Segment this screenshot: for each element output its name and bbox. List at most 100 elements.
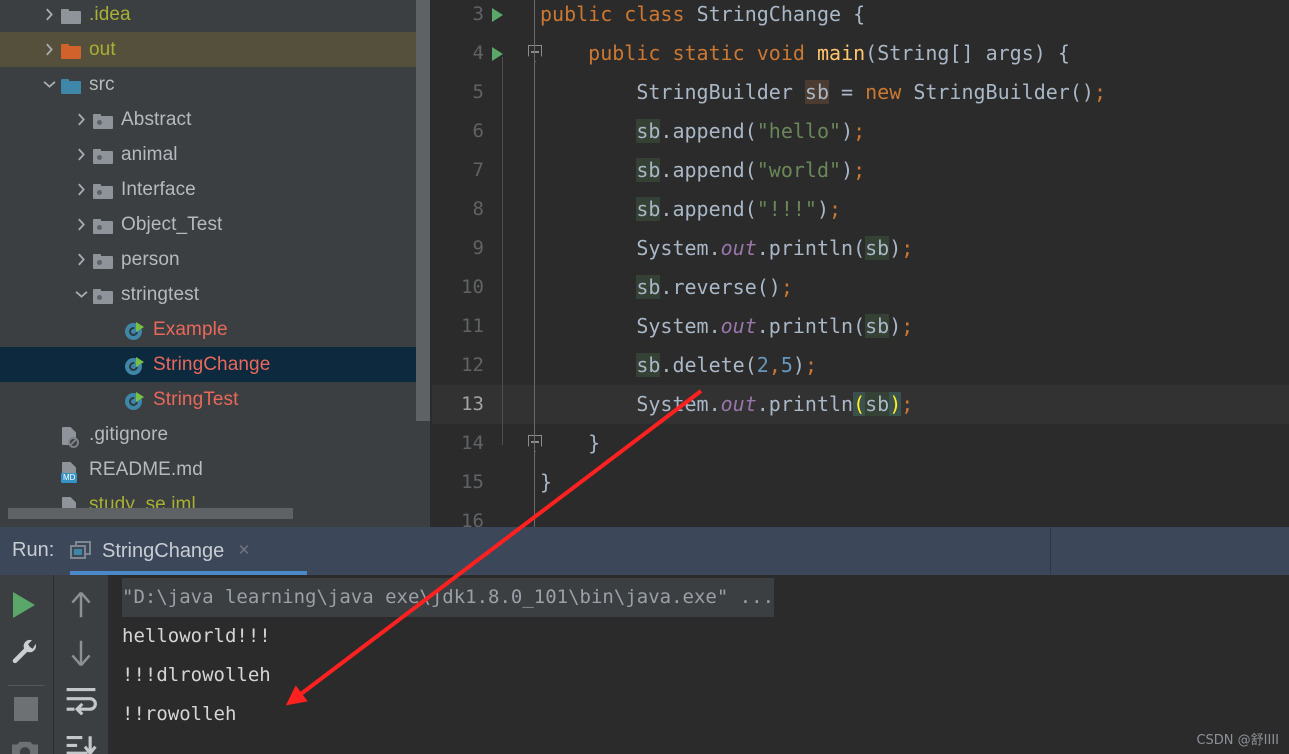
line-number: 7	[472, 159, 484, 181]
chevron-right-icon[interactable]	[70, 102, 92, 137]
tree-item-icon	[124, 389, 146, 411]
chevron-right-icon[interactable]	[70, 242, 92, 277]
tree-item-icon	[60, 74, 82, 96]
twisty-placeholder	[102, 382, 124, 417]
chevron-down-icon[interactable]	[38, 67, 60, 102]
chevron-right-icon[interactable]	[70, 137, 92, 172]
code-line-8[interactable]: 8 sb.append("!!!");	[432, 190, 1289, 229]
wrench-icon[interactable]	[10, 637, 40, 667]
tree-item-label: Abstract	[121, 108, 192, 130]
tree-item-animal[interactable]: animal	[0, 137, 432, 172]
code-line-text: StringBuilder sb = new StringBuilder();	[636, 80, 1106, 104]
java-class-runnable-icon	[125, 321, 144, 341]
tree-item-icon	[60, 39, 82, 61]
code-line-text: }	[540, 431, 601, 455]
arrow-up-icon[interactable]	[66, 589, 96, 621]
tree-item-label: person	[121, 248, 180, 270]
tree-item-stringtest[interactable]: StringTest	[0, 382, 432, 417]
console-command-line: "D:\java learning\java exe\jdk1.8.0_101\…	[122, 578, 775, 617]
run-toolbar-primary[interactable]	[0, 575, 53, 754]
twisty-placeholder	[38, 452, 60, 487]
project-vertical-scrollbar[interactable]	[416, 0, 430, 421]
chevron-right-icon[interactable]	[38, 0, 60, 32]
tree-item-example[interactable]: Example	[0, 312, 432, 347]
gutter-run-icon[interactable]	[492, 8, 503, 22]
tree-item-src[interactable]: src	[0, 67, 432, 102]
tree-item-icon	[92, 179, 114, 201]
tree-item-stringtest[interactable]: stringtest	[0, 277, 432, 312]
tree-item--idea[interactable]: .idea	[0, 0, 432, 32]
line-number: 9	[472, 237, 484, 259]
code-line-10[interactable]: 10 sb.reverse();	[432, 268, 1289, 307]
code-line-text: System.out.println(sb);	[636, 392, 914, 416]
tree-item-interface[interactable]: Interface	[0, 172, 432, 207]
tree-item-out[interactable]: out	[0, 32, 432, 67]
code-line-text: public static void main(String[] args) {	[588, 41, 1070, 65]
folder-grey-icon	[61, 8, 81, 24]
code-line-9[interactable]: 9 System.out.println(sb);	[432, 229, 1289, 268]
chevron-right-icon[interactable]	[70, 172, 92, 207]
run-toolbar-secondary[interactable]	[54, 575, 108, 754]
close-icon[interactable]: ×	[238, 540, 249, 562]
run-console-output[interactable]: "D:\java learning\java exe\jdk1.8.0_101\…	[0, 575, 1289, 754]
java-class-runnable-icon	[125, 391, 144, 411]
chevron-right-icon[interactable]	[70, 207, 92, 242]
tree-item-label: out	[89, 38, 116, 60]
console-output-line: !!rowolleh	[122, 703, 237, 725]
tree-item-icon	[124, 354, 146, 376]
package-icon	[93, 288, 113, 304]
code-line-14[interactable]: 14 }	[432, 424, 1289, 463]
run-tab-stringchange[interactable]: StringChange ×	[70, 527, 249, 575]
tree-item-label: StringChange	[153, 353, 271, 375]
scroll-to-end-icon[interactable]	[64, 733, 98, 754]
arrow-down-icon[interactable]	[66, 637, 96, 669]
play-icon[interactable]	[13, 592, 35, 618]
code-line-5[interactable]: 5 StringBuilder sb = new StringBuilder()…	[432, 73, 1289, 112]
java-class-runnable-icon	[125, 356, 144, 376]
code-line-6[interactable]: 6 sb.append("hello");	[432, 112, 1289, 151]
console-output-line: !!!dlrowolleh	[122, 664, 271, 686]
code-line-3[interactable]: 3 public class StringChange {	[432, 0, 1289, 34]
soft-wrap-icon[interactable]	[64, 685, 98, 715]
tree-item-abstract[interactable]: Abstract	[0, 102, 432, 137]
tree-item-icon	[92, 144, 114, 166]
line-number: 16	[461, 510, 484, 527]
tree-item-object-test[interactable]: Object_Test	[0, 207, 432, 242]
fold-guide-outer	[534, 0, 535, 527]
tree-item-label: src	[89, 73, 115, 95]
tree-item--gitignore[interactable]: .gitignore	[0, 417, 432, 452]
folder-blue-icon	[61, 78, 81, 94]
project-horizontal-scrollbar[interactable]	[8, 508, 293, 519]
tree-item-label: StringTest	[153, 388, 239, 410]
camera-icon[interactable]	[9, 738, 41, 754]
code-line-15[interactable]: 15}	[432, 463, 1289, 502]
chevron-down-icon[interactable]	[70, 277, 92, 312]
line-number: 5	[472, 81, 484, 103]
tree-item-label: README.md	[89, 458, 203, 480]
code-line-12[interactable]: 12 sb.delete(2,5);	[432, 346, 1289, 385]
tree-item-stringchange[interactable]: StringChange	[0, 347, 432, 382]
code-line-text: sb.append("!!!");	[636, 197, 842, 221]
code-line-16[interactable]: 16	[432, 502, 1289, 527]
tree-item-icon	[60, 424, 82, 448]
tree-item-label: .idea	[89, 3, 131, 25]
line-number: 12	[461, 354, 484, 376]
chevron-right-icon[interactable]	[38, 32, 60, 67]
tree-item-icon	[92, 284, 114, 306]
code-line-4[interactable]: 4 public static void main(String[] args)…	[432, 34, 1289, 73]
code-line-13[interactable]: 13 System.out.println(sb);	[432, 385, 1289, 424]
line-number: 10	[461, 276, 484, 298]
tree-item-person[interactable]: person	[0, 242, 432, 277]
code-line-7[interactable]: 7 sb.append("world");	[432, 151, 1289, 190]
stop-square-icon[interactable]	[14, 697, 38, 721]
code-editor[interactable]: 3 public class StringChange {4 public sta…	[432, 0, 1289, 527]
project-tool-window[interactable]: .idea out src Abstract animal Interface Object…	[0, 0, 432, 527]
code-line-11[interactable]: 11 System.out.println(sb);	[432, 307, 1289, 346]
run-window-label: Run:	[12, 539, 55, 561]
tree-item-readme-md[interactable]: MD README.md	[0, 452, 432, 487]
